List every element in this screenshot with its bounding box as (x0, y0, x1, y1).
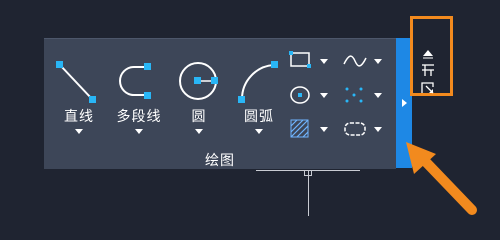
revision-cloud-icon (344, 122, 366, 136)
spline-icon (343, 55, 367, 67)
spline-tool-button[interactable] (342, 49, 386, 73)
dialog-launcher-icon (421, 82, 434, 94)
rectangle-icon (289, 51, 311, 68)
arc-dropdown-icon[interactable] (255, 129, 263, 134)
revision-cloud-tool-button[interactable] (342, 117, 386, 141)
dialog-launcher-button[interactable] (421, 80, 435, 94)
point-dropdown-icon[interactable] (374, 93, 382, 98)
panel-layout-button[interactable] (421, 62, 435, 76)
polyline-tool-label: 多段线 (116, 109, 162, 125)
polyline-tool-button[interactable]: 多段线 (110, 47, 168, 134)
circle-dropdown-icon[interactable] (195, 129, 203, 134)
expand-panel-arrow-icon (402, 99, 407, 107)
point-tool-button[interactable] (342, 83, 386, 107)
spline-dropdown-icon[interactable] (374, 59, 382, 64)
point-icon (345, 87, 363, 103)
arc-icon (238, 61, 278, 103)
hatch-dropdown-icon[interactable] (320, 127, 328, 132)
rectangle-dropdown-icon[interactable] (320, 59, 328, 64)
connector-line (308, 170, 309, 216)
line-icon (56, 61, 96, 103)
hatch-icon (290, 119, 309, 138)
pointer-arrow-icon (406, 142, 477, 215)
circle-tool-button[interactable]: 圆 (170, 47, 228, 134)
ellipse-icon (290, 86, 310, 104)
minimize-panel-button[interactable] (421, 44, 435, 59)
draw-panel: 直线 多段线 圆 圆弧 绘图 (44, 38, 396, 169)
line-tool-label: 直线 (64, 109, 94, 125)
circle-tool-label: 圆 (191, 109, 207, 125)
polyline-dropdown-icon[interactable] (135, 129, 143, 134)
ellipse-tool-button[interactable] (288, 83, 332, 107)
minimize-panel-icon (423, 50, 433, 59)
line-tool-button[interactable]: 直线 (50, 47, 108, 134)
panel-layout-icon (422, 64, 434, 76)
arc-tool-label: 圆弧 (244, 109, 274, 125)
revision-cloud-dropdown-icon[interactable] (374, 127, 382, 132)
hatch-tool-button[interactable] (288, 117, 332, 141)
line-dropdown-icon[interactable] (75, 129, 83, 134)
circle-icon (179, 62, 218, 100)
ellipse-dropdown-icon[interactable] (320, 93, 328, 98)
polyline-icon (119, 63, 151, 99)
rectangle-tool-button[interactable] (288, 49, 332, 73)
arc-tool-button[interactable]: 圆弧 (230, 47, 288, 134)
draw-panel-title[interactable]: 绘图 (44, 150, 396, 170)
